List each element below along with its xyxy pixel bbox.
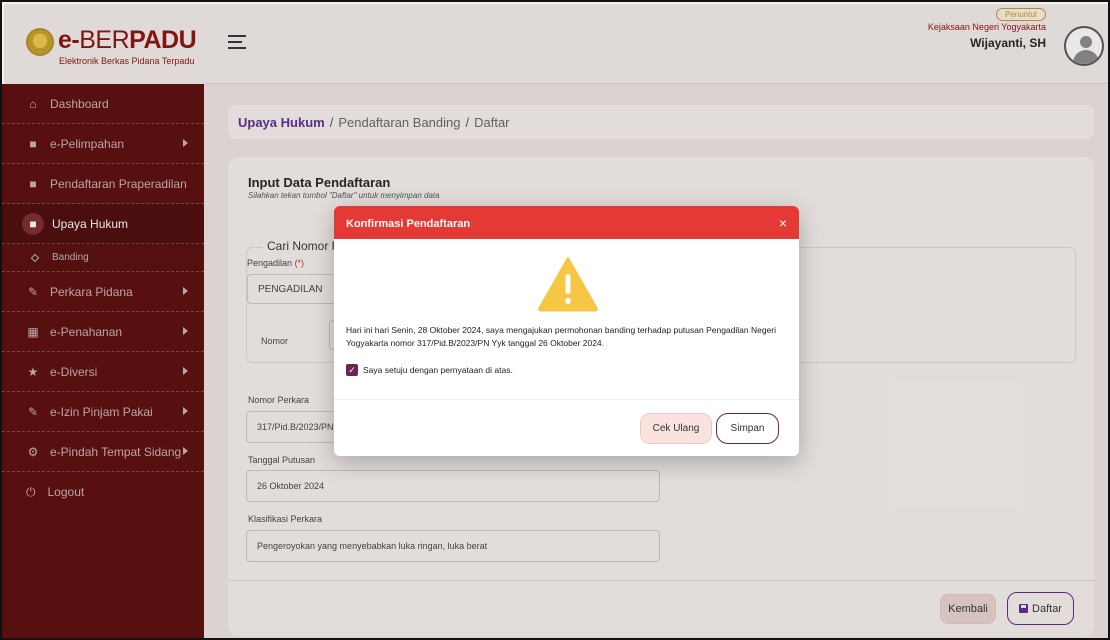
app-frame: e-BERPADU Elektronik Berkas Pidana Terpa… (0, 0, 1110, 640)
confirm-modal: Konfirmasi Pendaftaran × Hari ini hari S… (334, 206, 799, 456)
checkbox-checked-icon[interactable]: ✓ (346, 364, 358, 376)
modal-divider (334, 399, 799, 400)
simpan-button[interactable]: Simpan (716, 413, 779, 444)
modal-header: Konfirmasi Pendaftaran × (334, 206, 799, 239)
modal-title: Konfirmasi Pendaftaran (346, 218, 471, 230)
cek-ulang-button[interactable]: Cek Ulang (640, 413, 712, 444)
agree-label: Saya setuju dengan pernyataan di atas. (363, 365, 513, 375)
modal-message: Hari ini hari Senin, 28 Oktober 2024, sa… (346, 325, 777, 348)
agree-checkbox-row[interactable]: ✓ Saya setuju dengan pernyataan di atas. (346, 364, 513, 376)
warning-icon (538, 257, 598, 312)
close-icon[interactable]: × (779, 215, 787, 231)
